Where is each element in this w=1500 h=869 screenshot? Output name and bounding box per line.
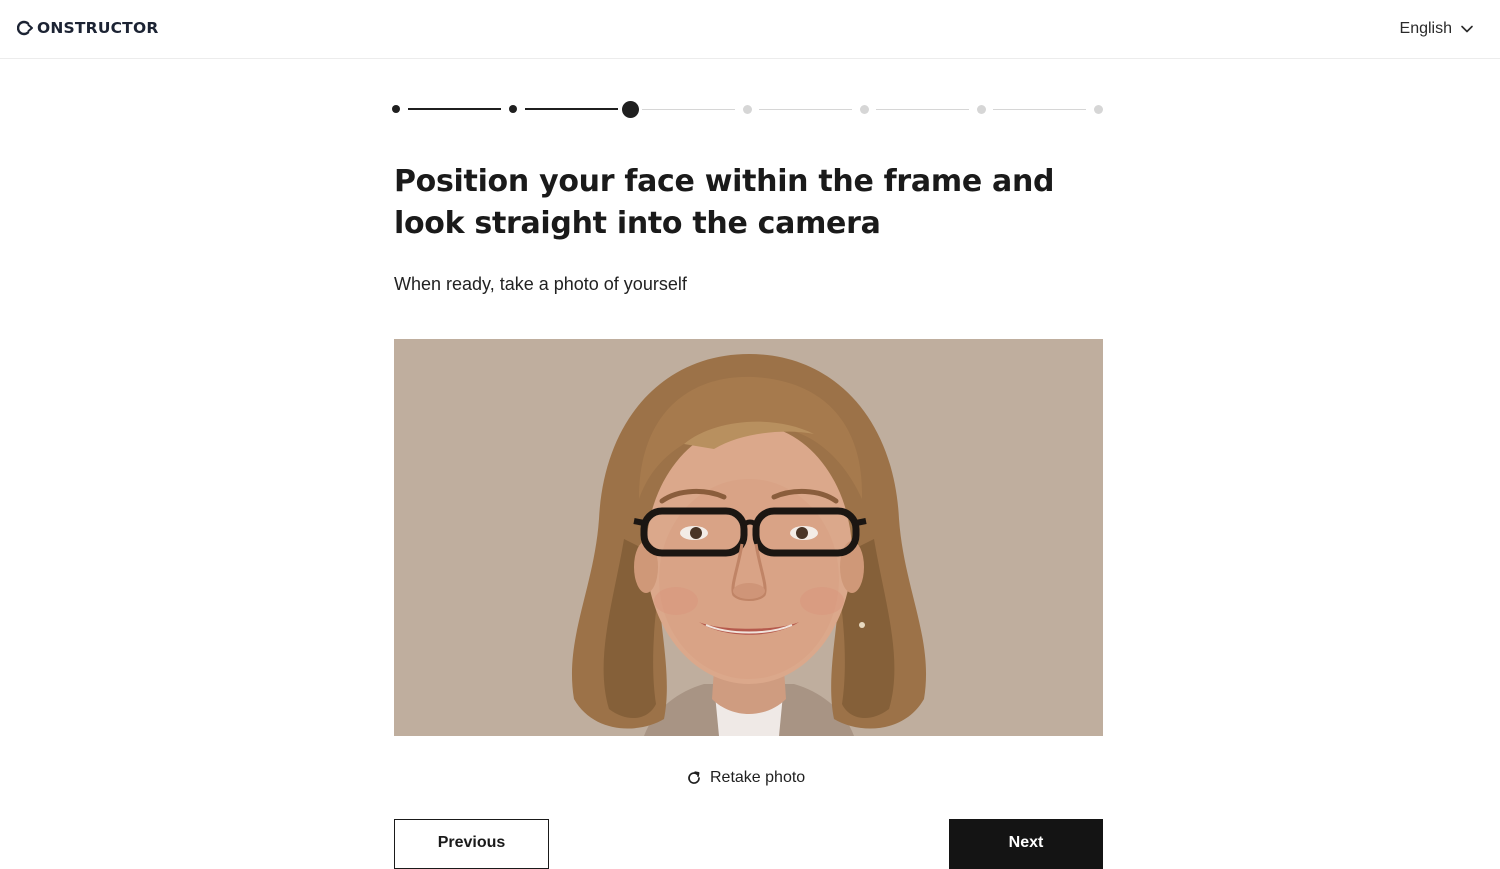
previous-button[interactable]: Previous	[394, 819, 549, 869]
page-title: Position your face within the frame and …	[394, 164, 1055, 241]
next-button[interactable]: Next	[949, 819, 1103, 869]
step-indicator-completed	[509, 105, 517, 113]
logo-text: ONSTRUCTOR	[37, 19, 159, 37]
step-indicator-current	[621, 100, 639, 118]
chevron-down-icon	[1460, 22, 1474, 36]
language-selector[interactable]: English	[1400, 18, 1474, 40]
step-connector	[759, 108, 852, 110]
step-indicator-completed	[392, 105, 400, 113]
step-connector	[876, 108, 969, 110]
page-subtitle: When ready, take a photo of yourself	[394, 274, 687, 294]
retake-photo-button[interactable]: Retake photo	[686, 766, 805, 790]
refresh-icon	[686, 770, 702, 786]
captured-photo	[394, 339, 1103, 736]
constructor-logo[interactable]: ONSTRUCTOR	[17, 18, 158, 38]
language-label: English	[1399, 20, 1452, 37]
step-connector	[642, 108, 735, 110]
retake-photo-label: Retake photo	[710, 769, 806, 786]
portrait-image	[394, 339, 1103, 736]
step-indicator-pending	[859, 104, 869, 114]
step-indicator-pending	[742, 104, 752, 114]
step-indicator-pending	[1093, 104, 1103, 114]
step-indicator-pending	[976, 104, 986, 114]
constructor-logo-icon	[17, 18, 37, 38]
progress-stepper	[390, 96, 1103, 122]
step-connector	[993, 108, 1086, 110]
step-connector	[408, 108, 501, 110]
top-bar: ONSTRUCTOR English	[0, 0, 1500, 59]
step-connector	[525, 108, 618, 110]
